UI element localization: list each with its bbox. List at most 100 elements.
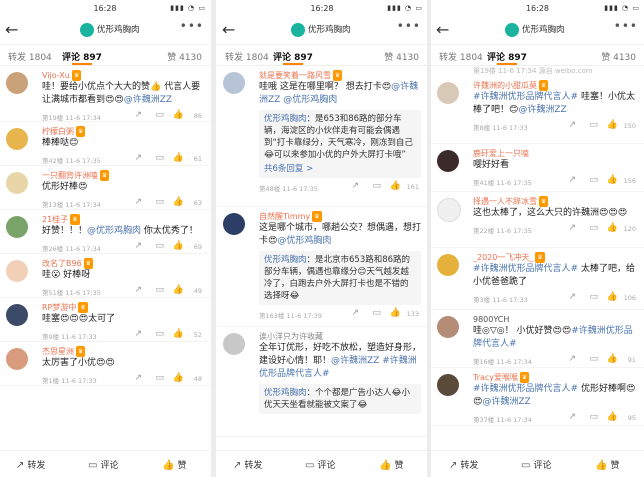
- tab-comment[interactable]: 评论 897: [487, 50, 527, 63]
- tab-comment[interactable]: 评论 897: [62, 50, 102, 63]
- comment-icon[interactable]: ▭: [155, 241, 164, 251]
- tab-repost[interactable]: 转发 1804: [225, 50, 269, 63]
- mention-link[interactable]: @许魏洲ZZ: [482, 397, 530, 407]
- hashtag-link[interactable]: #许魏洲优形品牌代言人#: [473, 384, 578, 394]
- like-thumb-icon[interactable]: 👍: [173, 110, 184, 120]
- avatar[interactable]: [437, 150, 459, 172]
- like-thumb-icon[interactable]: 👍: [607, 354, 618, 364]
- comment-author[interactable]: 一只翻背许洲嗑 ♛: [42, 170, 204, 181]
- post-author[interactable]: 优形鸡胸肉: [522, 23, 565, 35]
- share-icon[interactable]: ↗: [568, 223, 576, 233]
- comment-icon[interactable]: ▭: [155, 153, 164, 163]
- like-thumb-icon[interactable]: 👍: [173, 373, 184, 383]
- like-button[interactable]: 👍 赞: [595, 458, 619, 471]
- more-dots-icon[interactable]: •••: [397, 19, 421, 33]
- back-arrow-icon[interactable]: ←: [5, 20, 18, 39]
- comment-author[interactable]: 择遇一人不辞冰雪 ♛: [473, 196, 638, 207]
- like-thumb-icon[interactable]: 👍: [607, 292, 618, 302]
- tab-like[interactable]: 赞 4130: [601, 50, 636, 63]
- share-icon[interactable]: ↗: [134, 241, 142, 251]
- share-icon[interactable]: ↗: [134, 329, 142, 339]
- comment-author[interactable]: 鹿矸爱上一只嗑: [473, 148, 638, 159]
- reply-quote[interactable]: 优形鸡胸肉：是北京市653路和86路的部分车辆，偶遇也靠缘分😊天气越发越冷了，白…: [259, 251, 421, 305]
- avatar[interactable]: [437, 198, 461, 222]
- tab-comment[interactable]: 评论 897: [273, 50, 313, 63]
- share-icon[interactable]: ↗: [351, 181, 359, 191]
- like-button[interactable]: 👍 赞: [379, 458, 403, 471]
- share-icon[interactable]: ↗: [134, 110, 142, 120]
- comment-icon[interactable]: ▭: [589, 175, 598, 185]
- share-icon[interactable]: ↗: [568, 175, 576, 185]
- comment-icon[interactable]: ▭: [155, 110, 164, 120]
- mention-link[interactable]: @许魏洲ZZ: [124, 95, 172, 105]
- comment-author[interactable]: 改名了B96 ♛: [42, 258, 204, 269]
- avatar[interactable]: [437, 254, 459, 276]
- reply-author[interactable]: 优形鸡胸肉: [264, 255, 307, 265]
- mention-link[interactable]: @许魏洲ZZ: [331, 356, 379, 366]
- avatar[interactable]: [437, 316, 459, 338]
- avatar[interactable]: [6, 72, 28, 94]
- like-thumb-icon[interactable]: 👍: [173, 329, 184, 339]
- like-thumb-icon[interactable]: 👍: [173, 285, 184, 295]
- mention-link[interactable]: @优形鸡胸肉: [87, 226, 141, 236]
- comment-author[interactable]: RP梦游中 ♛: [42, 302, 204, 313]
- repost-button[interactable]: ↗ 转发: [449, 458, 478, 471]
- comment-button[interactable]: ▭ 评论: [305, 458, 335, 471]
- like-thumb-icon[interactable]: 👍: [173, 241, 184, 251]
- share-icon[interactable]: ↗: [568, 292, 576, 302]
- mention-link[interactable]: @优形鸡胸肉: [283, 95, 337, 105]
- comment-button[interactable]: ▭ 评论: [521, 458, 551, 471]
- reply-quote[interactable]: 优形鸡胸肉：是653和86路的部分车辆，海淀区的小伙伴走有可能会偶遇到“打卡靠绿…: [259, 110, 421, 178]
- share-icon[interactable]: ↗: [568, 412, 576, 422]
- avatar[interactable]: [6, 128, 28, 150]
- like-thumb-icon[interactable]: 👍: [390, 181, 401, 191]
- avatar[interactable]: [6, 304, 28, 326]
- comment-icon[interactable]: ▭: [589, 292, 598, 302]
- comment-author[interactable]: 柠檬白粥 ♛: [42, 126, 204, 137]
- more-dots-icon[interactable]: •••: [614, 19, 638, 33]
- repost-button[interactable]: ↗ 转发: [233, 458, 262, 471]
- comment-author[interactable]: _2020一飞冲天_ ♛: [473, 252, 638, 263]
- hashtag-link[interactable]: #许魏洲优形品牌代言人#: [473, 326, 633, 349]
- post-author[interactable]: 优形鸡胸肉: [97, 23, 140, 35]
- tab-like[interactable]: 赞 4130: [384, 50, 419, 63]
- share-icon[interactable]: ↗: [351, 308, 359, 318]
- user-avatar[interactable]: [80, 23, 94, 37]
- avatar[interactable]: [223, 333, 245, 355]
- share-icon[interactable]: ↗: [134, 197, 142, 207]
- share-icon[interactable]: ↗: [134, 153, 142, 163]
- comment-icon[interactable]: ▭: [589, 354, 598, 364]
- like-thumb-icon[interactable]: 👍: [607, 175, 618, 185]
- avatar[interactable]: [6, 260, 28, 282]
- reply-author[interactable]: 优形鸡胸肉: [264, 388, 307, 398]
- comment-icon[interactable]: ▭: [155, 285, 164, 295]
- mention-link[interactable]: @优形鸡胸肉: [277, 236, 331, 246]
- repost-button[interactable]: ↗ 转发: [16, 458, 45, 471]
- post-author[interactable]: 优形鸡胸肉: [308, 23, 351, 35]
- hashtag-link[interactable]: #许魏洲优形品牌代言人#: [473, 264, 578, 274]
- like-thumb-icon[interactable]: 👍: [607, 120, 618, 130]
- comment-button[interactable]: ▭ 评论: [88, 458, 118, 471]
- like-thumb-icon[interactable]: 👍: [607, 412, 618, 422]
- tab-like[interactable]: 赞 4130: [167, 50, 202, 63]
- share-icon[interactable]: ↗: [568, 120, 576, 130]
- comment-author[interactable]: 9800YCH: [473, 314, 638, 325]
- comment-author[interactable]: 诶小洋只为许收藏: [259, 331, 421, 342]
- comment-icon[interactable]: ▭: [372, 181, 381, 191]
- comment-icon[interactable]: ▭: [155, 373, 164, 383]
- avatar[interactable]: [223, 213, 245, 235]
- share-icon[interactable]: ↗: [134, 373, 142, 383]
- comment-author[interactable]: 自然醒Timmy ♛: [259, 211, 421, 222]
- hashtag-link[interactable]: #许魏洲优形品牌代言人#: [473, 92, 578, 102]
- comment-icon[interactable]: ▭: [372, 308, 381, 318]
- comment-icon[interactable]: ▭: [155, 197, 164, 207]
- user-avatar[interactable]: [291, 23, 305, 37]
- avatar[interactable]: [6, 216, 28, 238]
- back-arrow-icon[interactable]: ←: [436, 20, 449, 39]
- avatar[interactable]: [437, 374, 459, 396]
- like-thumb-icon[interactable]: 👍: [607, 223, 618, 233]
- comment-author[interactable]: 就是要笑着一路风雪 ♛: [259, 70, 421, 81]
- like-thumb-icon[interactable]: 👍: [390, 308, 401, 318]
- user-avatar[interactable]: [505, 23, 519, 37]
- comment-author[interactable]: 21桂子 ♛: [42, 214, 204, 225]
